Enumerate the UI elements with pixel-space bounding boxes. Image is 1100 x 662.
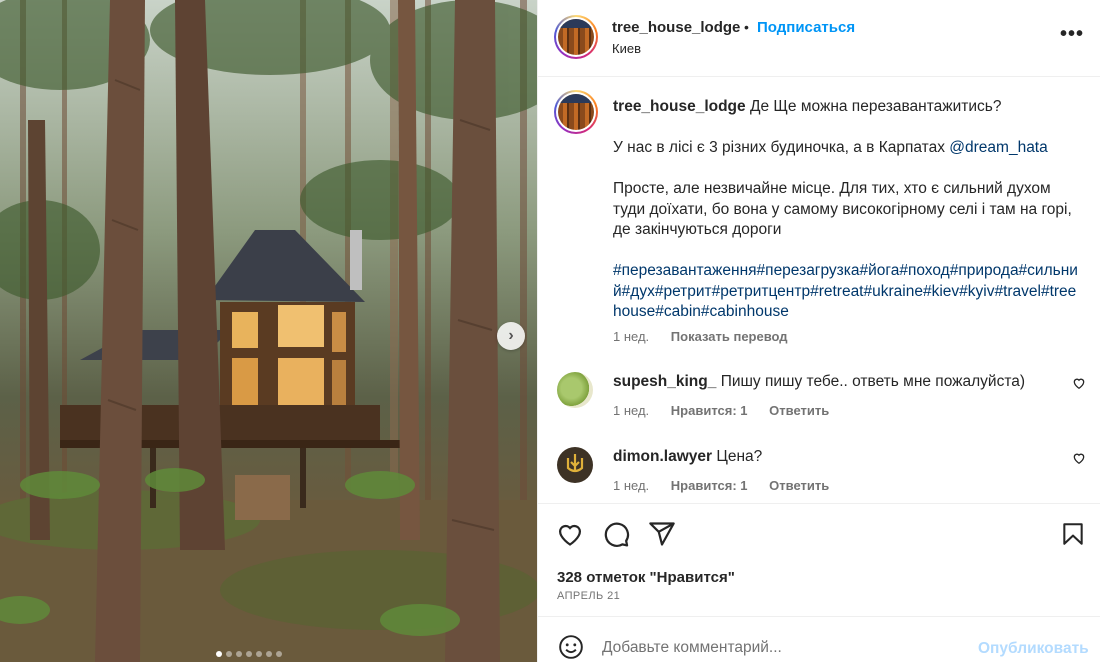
chevron-right-icon: › <box>508 327 514 344</box>
hashtags[interactable]: #перезавантаження#перезагрузка#йога#похо… <box>613 261 1083 323</box>
avatar[interactable] <box>554 15 598 59</box>
post-author-username[interactable]: tree_house_lodge <box>612 19 740 36</box>
post-photo[interactable]: › <box>0 0 537 662</box>
mention-link[interactable]: @dream_hata <box>949 139 1047 156</box>
carousel-indicator <box>216 651 282 657</box>
like-heart-icon[interactable] <box>556 520 584 548</box>
treehouse-photo-illustration <box>0 0 537 662</box>
comment-item: supesh_king_ Пишу пишу тебе.. ответь мне… <box>538 372 1100 432</box>
add-comment-bar: Опубликовать <box>538 616 1100 662</box>
comment-avatar[interactable] <box>557 372 593 408</box>
comment-likes-count[interactable]: Нравится: 1 <box>671 403 748 418</box>
carousel-dot <box>236 651 242 657</box>
comment-bubble-icon[interactable] <box>602 520 630 548</box>
caption-line: Де Ще можна перезавантажитись? <box>749 98 1002 115</box>
comment-input[interactable] <box>602 637 972 659</box>
carousel-dot <box>226 651 232 657</box>
trident-icon <box>566 454 584 473</box>
comment-likes-count[interactable]: Нравится: 1 <box>671 478 748 493</box>
share-send-icon[interactable] <box>648 520 676 548</box>
caption-time[interactable]: 1 нед. <box>613 329 649 344</box>
post-actions: 328 отметок "Нравится" АПРЕЛЬ 21 <box>538 503 1100 616</box>
likes-count[interactable]: 328 отметок "Нравится" <box>557 569 735 586</box>
comment-time[interactable]: 1 нед. <box>613 478 649 493</box>
show-translation-button[interactable]: Показать перевод <box>671 329 788 344</box>
post-date[interactable]: АПРЕЛЬ 21 <box>557 590 620 602</box>
publish-button[interactable]: Опубликовать <box>978 640 1089 658</box>
comment-item: dimon.lawyer Цена? 1 нед. Нравится: 1 От… <box>538 447 1100 507</box>
caption-paragraph: Просте, але незвичайне місце. Для тих, х… <box>613 180 1072 238</box>
comment-username[interactable]: dimon.lawyer <box>613 448 712 465</box>
heart-icon[interactable] <box>1072 376 1086 390</box>
more-options-icon[interactable]: ••• <box>1060 24 1084 44</box>
caption-username[interactable]: tree_house_lodge <box>613 98 746 115</box>
reply-button[interactable]: Ответить <box>769 403 829 418</box>
comment-username[interactable]: supesh_king_ <box>613 373 716 390</box>
heart-icon[interactable] <box>1072 451 1086 465</box>
location-link[interactable]: Киев <box>612 41 641 56</box>
caption-text: tree_house_lodge Де Ще можна перезаванта… <box>613 97 1083 343</box>
follow-button[interactable]: Подписаться <box>757 19 855 36</box>
carousel-dot <box>216 651 222 657</box>
caption-paragraph: У нас в лісі є 3 різних будиночка, а в К… <box>613 139 945 156</box>
post-header: tree_house_lodge • Подписаться Киев ••• <box>538 0 1100 77</box>
comment-text: Пишу пишу тебе.. ответь мне пожалуйста) <box>720 373 1026 390</box>
reply-button[interactable]: Ответить <box>769 478 829 493</box>
profile-picture <box>558 94 594 130</box>
carousel-dot <box>266 651 272 657</box>
separator-dot: • <box>744 19 749 35</box>
caption-avatar[interactable] <box>554 90 598 134</box>
carousel-next-button[interactable]: › <box>497 322 525 350</box>
profile-picture <box>558 19 594 55</box>
carousel-dot <box>256 651 262 657</box>
save-bookmark-icon[interactable] <box>1060 520 1086 548</box>
comment-text: Цена? <box>716 448 763 465</box>
post-side-panel: tree_house_lodge • Подписаться Киев ••• … <box>537 0 1100 662</box>
comment-time[interactable]: 1 нед. <box>613 403 649 418</box>
carousel-dot <box>276 651 282 657</box>
carousel-dot <box>246 651 252 657</box>
caption-meta: 1 нед. Показать перевод <box>613 329 788 344</box>
comment-avatar[interactable] <box>557 447 593 483</box>
emoji-icon[interactable] <box>558 634 584 660</box>
